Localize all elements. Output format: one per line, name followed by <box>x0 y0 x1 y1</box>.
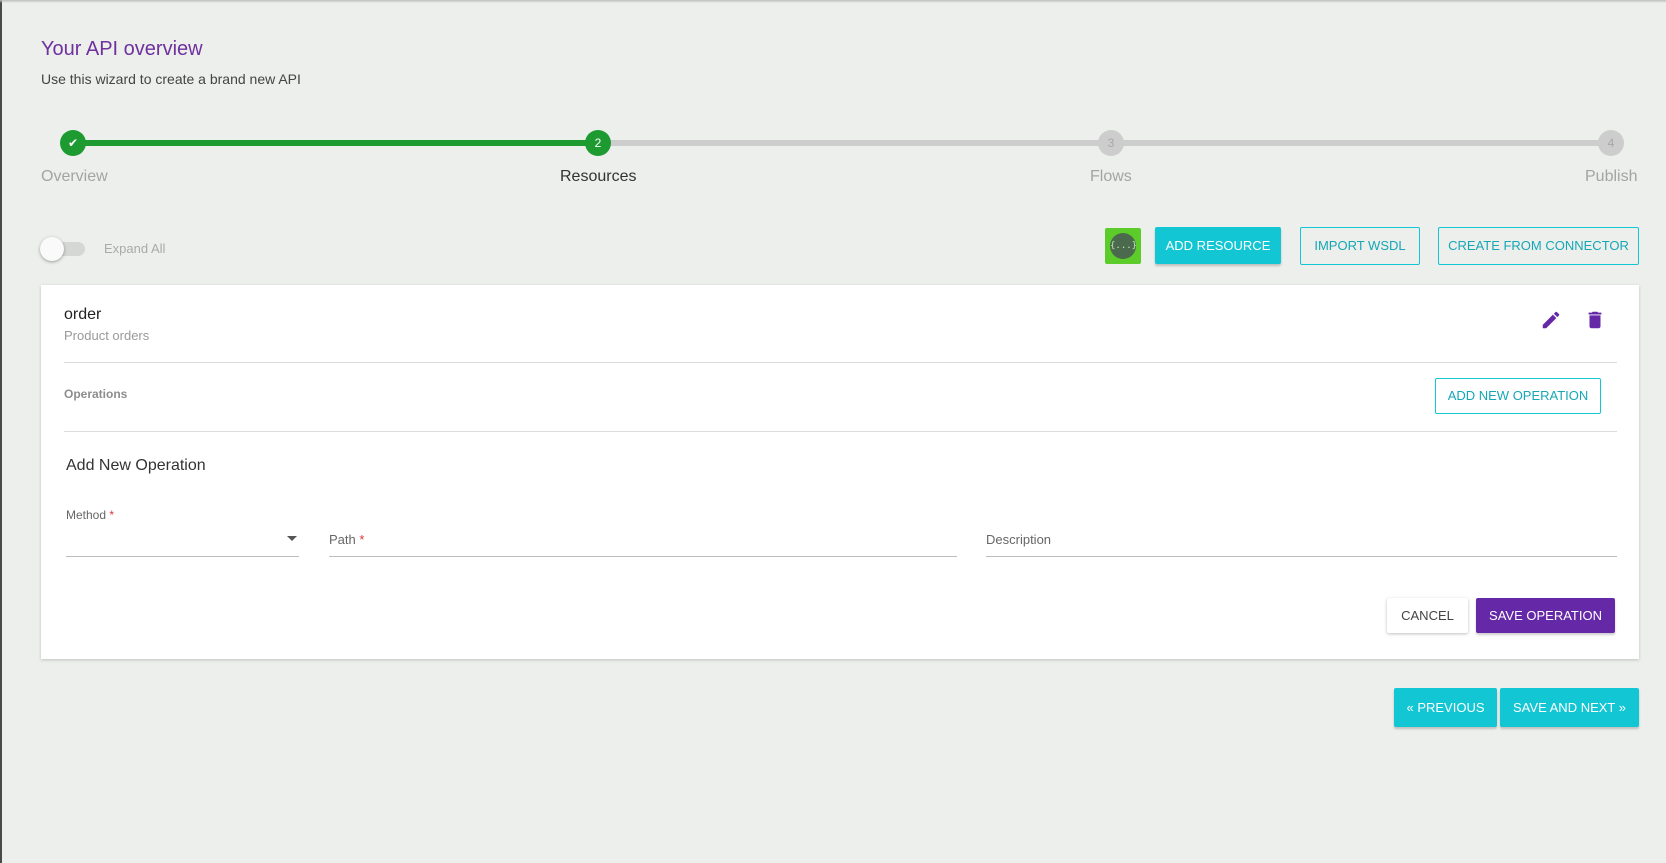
save-and-next-button[interactable]: SAVE AND NEXT » <box>1500 688 1639 727</box>
required-marker: * <box>109 508 115 522</box>
step-resources-label[interactable]: Resources <box>560 168 636 186</box>
step-overview-label[interactable]: Overview <box>41 168 108 186</box>
step-flows-label[interactable]: Flows <box>1090 168 1132 186</box>
operations-label: Operations <box>64 387 128 401</box>
step-flows-marker[interactable]: 3 <box>1098 130 1124 156</box>
expand-all-toggle-knob[interactable] <box>40 237 64 261</box>
method-select[interactable] <box>66 556 299 557</box>
json-icon: {...} <box>1110 233 1137 259</box>
step-publish-marker[interactable]: 4 <box>1598 130 1624 156</box>
expand-all-label: Expand All <box>104 241 166 256</box>
chevron-down-icon[interactable] <box>287 536 297 541</box>
json-editor-button[interactable]: {...} <box>1105 228 1141 264</box>
add-resource-button[interactable]: ADD RESOURCE <box>1155 227 1281 264</box>
description-field[interactable]: Description <box>986 532 1051 547</box>
resource-header-divider <box>64 362 1617 363</box>
edit-icon[interactable] <box>1540 309 1562 331</box>
previous-button[interactable]: « PREVIOUS <box>1394 688 1497 727</box>
method-label: Method * <box>66 508 114 522</box>
delete-icon[interactable] <box>1584 309 1606 331</box>
method-label-text: Method <box>66 508 107 522</box>
path-field[interactable]: Path * <box>329 532 364 547</box>
resource-card: order Product orders Operations ADD NEW … <box>41 285 1639 659</box>
path-input[interactable] <box>329 556 957 557</box>
new-operation-title: Add New Operation <box>66 457 206 474</box>
page-subtitle: Use this wizard to create a brand new AP… <box>41 71 301 87</box>
step-overview-marker[interactable]: ✔ <box>60 130 86 156</box>
path-placeholder: Path <box>329 532 356 547</box>
resource-name: order <box>64 306 102 323</box>
wizard-stepper: ✔ 2 3 4 Overview Resources Flows Publish <box>0 128 1666 188</box>
cancel-button[interactable]: CANCEL <box>1387 598 1468 633</box>
add-new-operation-button[interactable]: ADD NEW OPERATION <box>1435 378 1601 414</box>
page-title: Your API overview <box>41 38 203 60</box>
required-marker: * <box>359 532 365 547</box>
import-wsdl-button[interactable]: IMPORT WSDL <box>1300 227 1420 265</box>
step-resources-marker[interactable]: 2 <box>585 130 611 156</box>
create-from-connector-button[interactable]: CREATE FROM CONNECTOR <box>1438 227 1639 265</box>
stepper-progress-complete <box>73 140 598 146</box>
description-input[interactable] <box>986 556 1617 557</box>
top-shadow <box>0 0 1666 3</box>
operations-divider <box>64 431 1617 432</box>
step-publish-label[interactable]: Publish <box>1585 168 1637 186</box>
save-operation-button[interactable]: SAVE OPERATION <box>1476 598 1615 633</box>
resource-description: Product orders <box>64 328 150 343</box>
